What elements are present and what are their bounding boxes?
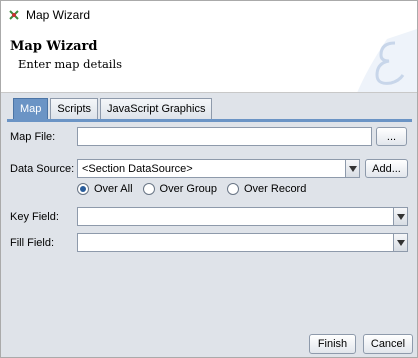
radio-over-record-label: Over Record: [243, 183, 307, 195]
key-field-select[interactable]: [77, 207, 408, 226]
scope-radio-group: Over All Over Group Over Record: [77, 183, 316, 195]
radio-unselected-icon: [226, 183, 239, 195]
chevron-down-icon[interactable]: [393, 208, 407, 225]
radio-selected-icon: [77, 183, 89, 195]
radio-over-all[interactable]: Over All: [77, 183, 133, 195]
header-title: Map Wizard: [10, 39, 98, 54]
radio-over-all-label: Over All: [94, 183, 133, 195]
wizard-header: Map Wizard Enter map details: [1, 29, 417, 93]
data-source-value: <Section DataSource>: [82, 162, 193, 175]
chevron-down-icon[interactable]: [393, 234, 407, 251]
data-source-label: Data Source:: [10, 163, 75, 175]
map-file-input[interactable]: [77, 127, 372, 146]
browse-button[interactable]: ...: [376, 127, 407, 146]
add-data-source-button[interactable]: Add...: [365, 159, 408, 178]
key-field-label: Key Field:: [10, 211, 59, 223]
tab-underline: [7, 119, 412, 122]
data-source-select[interactable]: <Section DataSource>: [77, 159, 360, 178]
fill-field-select[interactable]: [77, 233, 408, 252]
cancel-button[interactable]: Cancel: [363, 334, 413, 354]
app-icon: [9, 10, 19, 20]
tab-strip: Map Scripts JavaScript Graphics: [13, 98, 214, 119]
radio-over-group-label: Over Group: [159, 183, 217, 195]
header-subtitle: Enter map details: [18, 57, 123, 71]
radio-over-group[interactable]: Over Group: [142, 183, 217, 195]
map-file-label: Map File:: [10, 131, 56, 143]
title-bar: Map Wizard: [1, 1, 417, 29]
radio-unselected-icon: [142, 183, 155, 195]
radio-over-record[interactable]: Over Record: [226, 183, 307, 195]
finish-button[interactable]: Finish: [309, 334, 356, 354]
tab-javascript-graphics[interactable]: JavaScript Graphics: [100, 98, 213, 119]
tab-map[interactable]: Map: [13, 98, 49, 119]
watermark-logo-icon: [357, 29, 417, 92]
map-wizard-window: Map Wizard Map Wizard Enter map details …: [0, 0, 418, 358]
fill-field-label: Fill Field:: [10, 237, 55, 249]
chevron-down-icon[interactable]: [345, 160, 359, 177]
tab-scripts[interactable]: Scripts: [50, 98, 99, 119]
window-title: Map Wizard: [26, 8, 91, 22]
